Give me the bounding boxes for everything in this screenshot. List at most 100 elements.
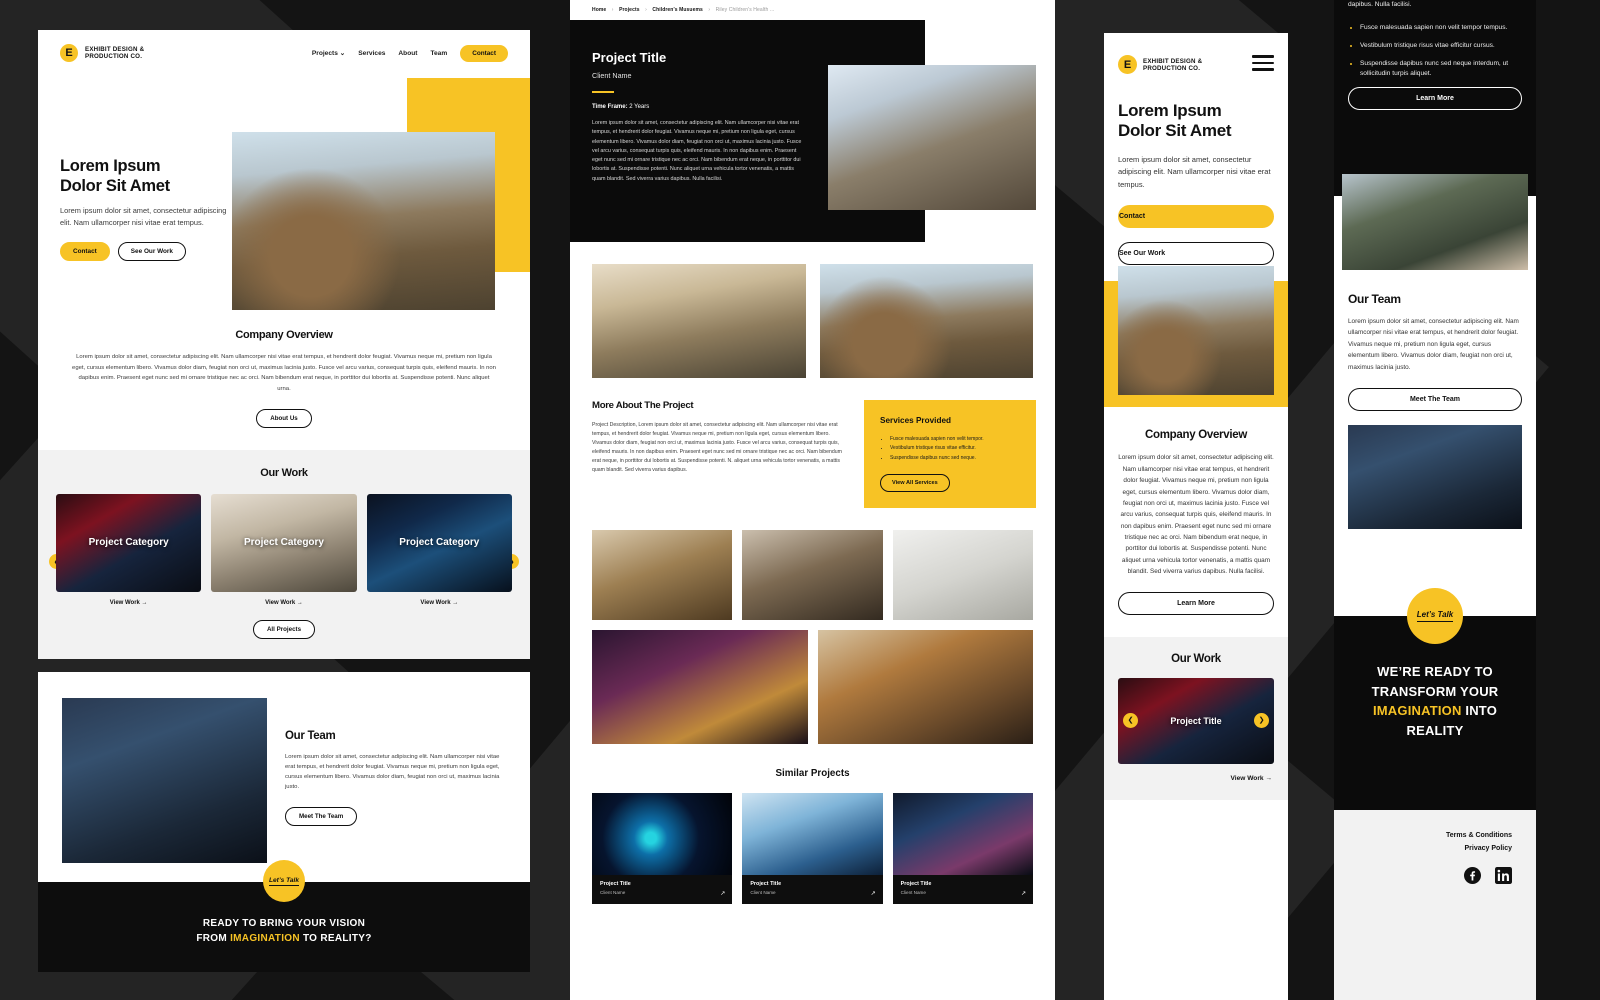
project-card[interactable]: Project Category View Work → bbox=[211, 493, 357, 606]
mobile-footer: Terms & Conditions Privacy Policy bbox=[1334, 810, 1536, 1000]
more-about-body: Project Description, Lorem ipsum dolor s… bbox=[592, 422, 843, 473]
all-projects-button[interactable]: All Projects bbox=[252, 619, 316, 639]
similar-project-client: Client Name bbox=[750, 889, 776, 895]
desktop-home-mockup: E EXHIBIT DESIGN & PRODUCTION CO. Projec… bbox=[38, 30, 530, 659]
mobile-view-work-link[interactable]: View Work → bbox=[1104, 764, 1288, 782]
breadcrumb-separator: › bbox=[708, 7, 711, 13]
logo-mark-icon: E bbox=[60, 44, 78, 62]
carousel-next-button[interactable]: ❯ bbox=[1254, 712, 1269, 728]
project-card-caption: Project Category bbox=[88, 537, 169, 549]
project-card-image: Project Category bbox=[56, 493, 202, 592]
brand-logo[interactable]: E EXHIBIT DESIGN & PRODUCTION CO. bbox=[60, 44, 144, 62]
similar-projects-heading: Similar Projects bbox=[775, 767, 850, 779]
meet-the-team-button[interactable]: Meet The Team bbox=[285, 806, 358, 826]
project-intro: Lorem ipsum dolor sit amet, consectetur … bbox=[592, 120, 802, 182]
project-card-caption: Project Category bbox=[243, 537, 324, 549]
nav-item-services[interactable]: Services bbox=[358, 50, 385, 57]
our-work-heading: Our Work bbox=[260, 466, 308, 479]
project-card-link[interactable]: View Work → bbox=[367, 600, 512, 606]
project-image bbox=[819, 264, 1033, 378]
nav-item-projects[interactable]: Projects ⌄ bbox=[312, 49, 345, 57]
facebook-icon[interactable] bbox=[1464, 867, 1481, 884]
footer-link-terms[interactable]: Terms & Conditions bbox=[1334, 832, 1512, 839]
dark-learn-more-button[interactable]: Learn More bbox=[1348, 87, 1522, 111]
project-card-list: Project Category View Work → Project Cat… bbox=[56, 493, 512, 606]
breadcrumb-item-current: Riley Children's Health ... bbox=[715, 7, 775, 13]
breadcrumb-separator: › bbox=[611, 7, 614, 13]
more-about-heading: More About The Project bbox=[592, 400, 694, 411]
project-card[interactable]: Project Category View Work → bbox=[366, 493, 512, 606]
overview-heading: Company Overview bbox=[235, 329, 333, 341]
team-heading: Our Team bbox=[285, 730, 336, 742]
more-about-copy: More About The Project Project Descripti… bbox=[592, 400, 850, 475]
mobile-team-photo bbox=[1348, 424, 1522, 529]
dark-bullet-item: Suspendisse dapibus nunc sed neque inter… bbox=[1360, 59, 1522, 79]
chevron-down-icon: ⌄ bbox=[339, 50, 346, 57]
mobile-dark-section-mockup: dapibus. Nulla facilisi. Fusce malesuada… bbox=[1334, 0, 1536, 196]
project-card-link[interactable]: View Work → bbox=[211, 600, 356, 606]
project-hero-image bbox=[828, 65, 1036, 210]
breadcrumb-item-home[interactable]: Home bbox=[592, 7, 606, 13]
arrow-up-right-icon: ↗ bbox=[1020, 890, 1026, 897]
similar-projects-list: Project Title Client Name ↗ Project Titl… bbox=[570, 779, 1055, 904]
lets-talk-badge[interactable]: Let’s Talk bbox=[1407, 588, 1463, 644]
project-hero: Project Title Client Name Time Frame: 2 … bbox=[570, 20, 1036, 242]
nav-contact-button[interactable]: Contact bbox=[460, 44, 508, 62]
mobile-team-heading: Our Team bbox=[1348, 292, 1401, 306]
project-card-link[interactable]: View Work → bbox=[56, 600, 201, 606]
similar-project-title: Project Title bbox=[900, 880, 932, 887]
similar-project-meta: Project Title Client Name ↗ bbox=[742, 875, 882, 904]
project-image bbox=[592, 264, 806, 378]
team-photo bbox=[62, 698, 267, 863]
mobile-hero-image bbox=[1118, 266, 1274, 396]
linkedin-icon[interactable] bbox=[1495, 867, 1512, 884]
similar-project-client: Client Name bbox=[600, 889, 626, 895]
brand-name: EXHIBIT DESIGN & PRODUCTION CO. bbox=[85, 45, 145, 60]
gallery-image bbox=[817, 629, 1033, 744]
similar-project-image bbox=[742, 792, 883, 875]
mobile-home-mockup: E EXHIBIT DESIGN & PRODUCTION CO. Lorem … bbox=[1104, 33, 1288, 1000]
similar-project-card[interactable]: Project Title Client Name ↗ bbox=[742, 792, 883, 904]
dark-bullet-item: Vestibulum tristique risus vitae efficit… bbox=[1360, 41, 1522, 51]
hamburger-menu-icon[interactable] bbox=[1252, 55, 1274, 75]
gallery-image bbox=[592, 629, 808, 744]
breadcrumb-separator: › bbox=[645, 7, 647, 13]
mobile-meet-the-team-button[interactable]: Meet The Team bbox=[1348, 387, 1522, 411]
mobile-see-our-work-button[interactable]: See Our Work bbox=[1118, 242, 1274, 266]
team-section: Our Team Lorem ipsum dolor sit amet, con… bbox=[38, 672, 530, 863]
nav-item-about[interactable]: About bbox=[398, 50, 417, 57]
similar-project-card[interactable]: Project Title Client Name ↗ bbox=[592, 792, 733, 904]
lets-talk-badge[interactable]: Let’s Talk bbox=[263, 860, 305, 902]
project-detail-mockup: Home › Projects › Children's Musuems › R… bbox=[570, 0, 1055, 1000]
presentation-canvas: E EXHIBIT DESIGN & PRODUCTION CO. Projec… bbox=[0, 0, 1600, 1000]
nav-item-team[interactable]: Team bbox=[430, 50, 447, 57]
site-header: E EXHIBIT DESIGN & PRODUCTION CO. Projec… bbox=[38, 30, 530, 62]
breadcrumb-item-category[interactable]: Children's Musuems bbox=[652, 7, 703, 13]
gallery-image bbox=[892, 529, 1033, 620]
mobile-learn-more-button[interactable]: Learn More bbox=[1118, 591, 1274, 615]
mobile-contact-button[interactable]: Contact bbox=[1118, 205, 1274, 229]
similar-project-card[interactable]: Project Title Client Name ↗ bbox=[892, 792, 1033, 904]
hero-see-our-work-button[interactable]: See Our Work bbox=[117, 241, 186, 261]
about-us-button[interactable]: About Us bbox=[256, 408, 312, 428]
team-copy: Our Team Lorem ipsum dolor sit amet, con… bbox=[285, 698, 506, 863]
breadcrumb: Home › Projects › Children's Musuems › R… bbox=[570, 0, 1055, 20]
mobile-overview-section: Company Overview Lorem ipsum dolor sit a… bbox=[1104, 407, 1288, 615]
gallery-image bbox=[592, 529, 733, 620]
view-all-services-button[interactable]: View All Services bbox=[880, 473, 950, 492]
similar-project-title: Project Title bbox=[750, 880, 782, 887]
mobile-project-card[interactable]: Project Title ❮ ❯ bbox=[1118, 677, 1274, 764]
footer-link-privacy[interactable]: Privacy Policy bbox=[1334, 845, 1512, 852]
carousel-prev-button[interactable]: ❮ bbox=[1123, 712, 1138, 728]
breadcrumb-item-projects[interactable]: Projects bbox=[619, 7, 640, 13]
hero-image bbox=[232, 132, 495, 310]
dark-bullet-item: Fusce malesuada sapien non velit tempor … bbox=[1360, 23, 1522, 33]
hero-contact-button[interactable]: Contact bbox=[60, 241, 110, 261]
project-card[interactable]: Project Category View Work → bbox=[56, 493, 202, 606]
mobile-overview-heading: Company Overview bbox=[1145, 429, 1247, 442]
brand-logo[interactable]: E EXHIBIT DESIGN & PRODUCTION CO. bbox=[1118, 55, 1202, 75]
mobile-hero-title: Lorem Ipsum Dolor Sit Amet bbox=[1118, 100, 1232, 141]
team-body: Lorem ipsum dolor sit amet, consectetur … bbox=[285, 754, 500, 791]
services-list: Fusce malesuada sapien non velit tempor.… bbox=[890, 435, 1022, 463]
arrow-up-right-icon: ↗ bbox=[870, 890, 876, 897]
